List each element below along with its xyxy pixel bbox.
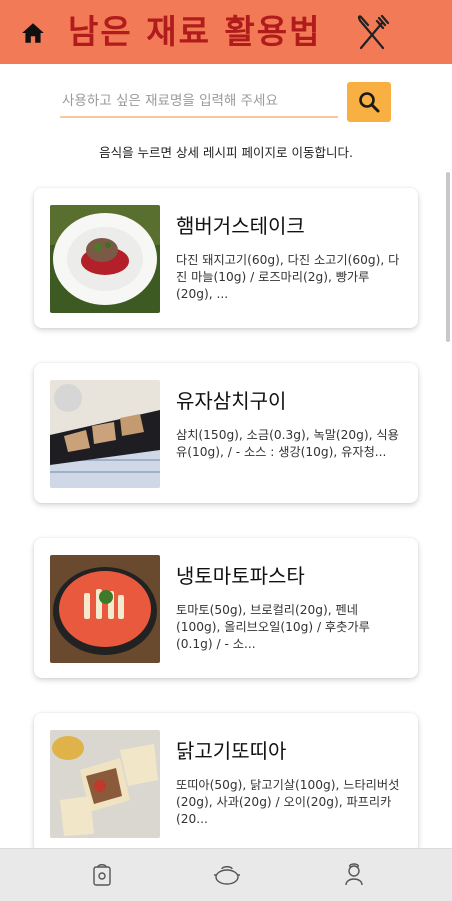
recipe-card[interactable]: 햄버거스테이크 다진 돼지고기(60g), 다진 소고기(60g), 다진 마늘… <box>34 188 418 328</box>
recipe-ingredients: 다진 돼지고기(60g), 다진 소고기(60g), 다진 마늘(10g) / … <box>176 253 400 301</box>
recipe-ingredients: 토마토(50g), 브로컬리(20g), 펜네(100g), 올리브오일(10g… <box>176 603 370 651</box>
recipe-title: 유자삼치구이 <box>176 389 287 413</box>
chef-icon[interactable] <box>340 863 368 887</box>
recipe-title: 냉토마토파스타 <box>176 564 305 588</box>
recipe-photo <box>50 730 160 838</box>
recipe-card[interactable]: 닭고기또띠아 또띠아(50g), 닭고기살(100g), 느타리버섯(20g),… <box>34 713 418 848</box>
app-header: 남은 재료 활용법 <box>0 0 452 64</box>
home-icon[interactable] <box>20 20 46 46</box>
recipe-list[interactable]: 햄버거스테이크 다진 돼지고기(60g), 다진 소고기(60g), 다진 마늘… <box>0 170 452 848</box>
recipe-book-icon[interactable] <box>88 863 116 887</box>
search-input[interactable] <box>60 86 338 118</box>
recipe-card[interactable]: 냉토마토파스타 토마토(50g), 브로컬리(20g), 펜네(100g), 올… <box>34 538 418 678</box>
app-title: 남은 재료 활용법 <box>68 12 322 51</box>
recipe-title: 닭고기또띠아 <box>176 739 287 763</box>
search-icon <box>359 92 380 113</box>
scrollbar[interactable] <box>446 172 450 342</box>
recipe-title: 햄버거스테이크 <box>176 214 305 238</box>
recipe-ingredients: 삼치(150g), 소금(0.3g), 녹말(20g), 식용유(10g), /… <box>176 428 399 459</box>
cooking-pot-icon[interactable] <box>213 863 241 887</box>
recipe-photo <box>50 205 160 313</box>
recipe-ingredients: 또띠아(50g), 닭고기살(100g), 느타리버섯(20g), 사과(20g… <box>176 778 400 826</box>
recipe-card[interactable]: 유자삼치구이 삼치(150g), 소금(0.3g), 녹말(20g), 식용유(… <box>34 363 418 503</box>
recipe-photo <box>50 555 160 663</box>
fork-knife-icon <box>357 14 389 50</box>
recipe-photo <box>50 380 160 488</box>
info-text: 음식을 누르면 상세 레시피 페이지로 이동합니다. <box>99 145 353 160</box>
bottom-nav <box>0 848 452 901</box>
search-button[interactable] <box>347 82 391 122</box>
